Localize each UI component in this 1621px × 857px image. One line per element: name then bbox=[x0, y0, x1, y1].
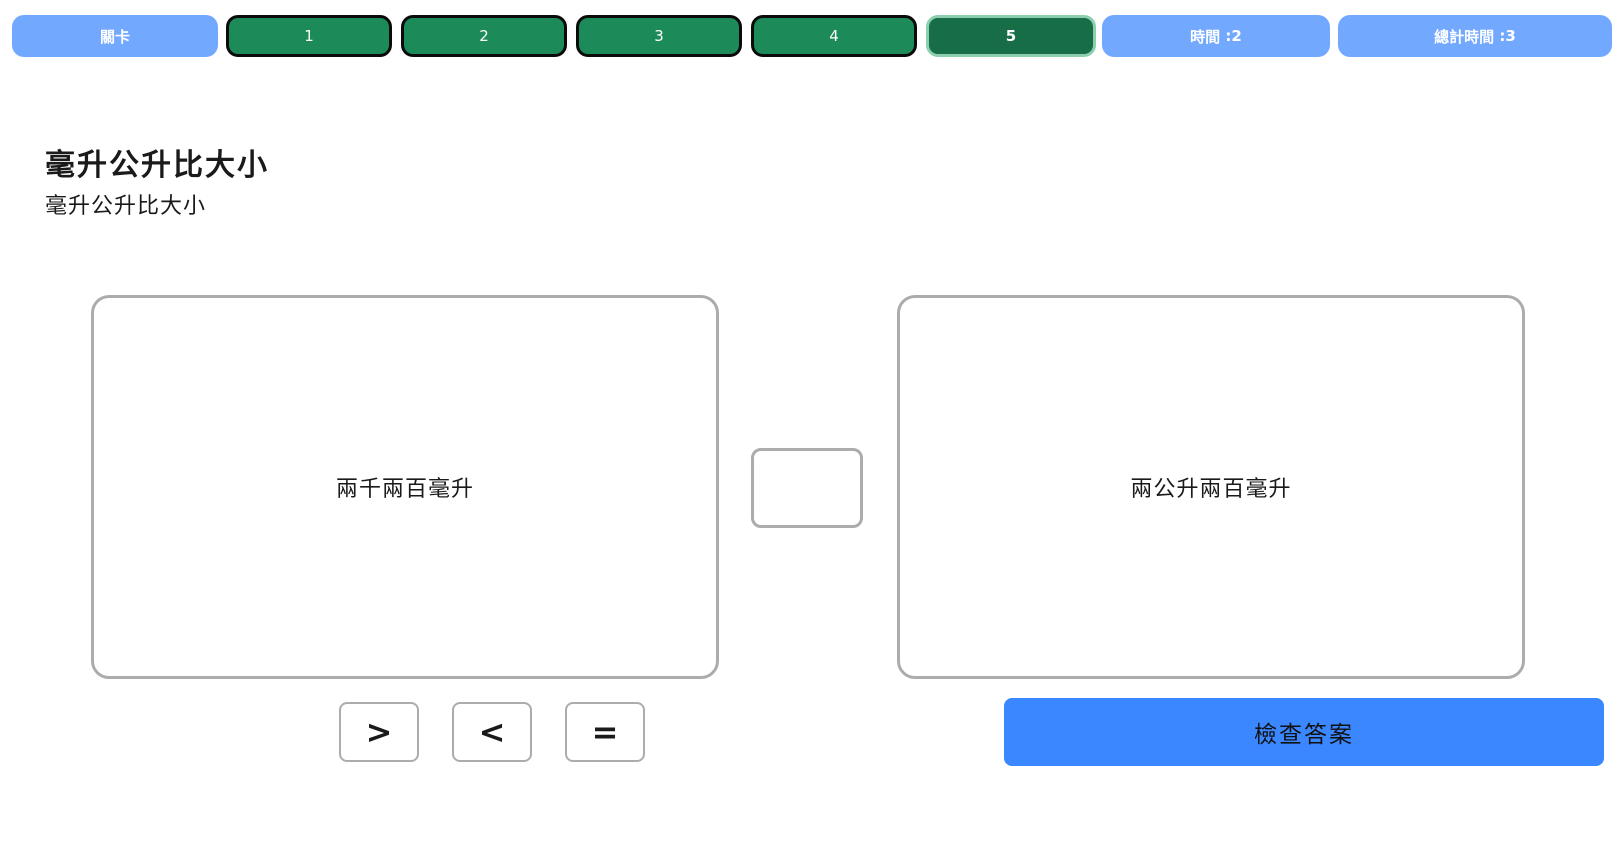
level-button-1[interactable]: 1 bbox=[226, 15, 392, 57]
level-button-5[interactable]: 5 bbox=[926, 15, 1096, 57]
level-button-4[interactable]: 4 bbox=[751, 15, 917, 57]
level-button-label: 3 bbox=[654, 27, 664, 45]
greater-than-symbol: > bbox=[365, 713, 393, 751]
level-button-3[interactable]: 3 bbox=[576, 15, 742, 57]
total-timer-badge: 總計時間 : 3 bbox=[1338, 15, 1612, 57]
total-timer-value: 3 bbox=[1505, 27, 1516, 45]
level-button-label: 4 bbox=[829, 27, 839, 45]
check-answer-button[interactable]: 檢查答案 bbox=[1004, 698, 1604, 766]
equal-button[interactable]: = bbox=[565, 702, 645, 762]
right-quantity-text: 兩公升兩百毫升 bbox=[1130, 477, 1292, 502]
answer-slot[interactable] bbox=[751, 448, 863, 528]
greater-than-button[interactable]: > bbox=[339, 702, 419, 762]
timer-badge: 時間 : 2 bbox=[1102, 15, 1330, 57]
equal-symbol: = bbox=[591, 713, 619, 751]
less-than-symbol: < bbox=[478, 713, 506, 751]
left-quantity-card: 兩千兩百毫升 bbox=[91, 295, 719, 679]
timer-separator: : bbox=[1220, 27, 1232, 45]
level-button-label: 5 bbox=[1005, 27, 1017, 45]
level-button-label: 1 bbox=[304, 27, 314, 45]
level-button-2[interactable]: 2 bbox=[401, 15, 567, 57]
timer-label: 時間 bbox=[1190, 27, 1221, 46]
level-label-badge: 關卡 bbox=[12, 15, 218, 57]
total-timer-separator: : bbox=[1494, 27, 1506, 45]
page-title: 毫升公升比大小 bbox=[45, 148, 269, 183]
level-button-label: 2 bbox=[479, 27, 489, 45]
total-timer-label: 總計時間 bbox=[1434, 27, 1495, 46]
level-label: 關卡 bbox=[99, 27, 130, 46]
timer-value: 2 bbox=[1231, 27, 1242, 45]
less-than-button[interactable]: < bbox=[452, 702, 532, 762]
right-quantity-card: 兩公升兩百毫升 bbox=[897, 295, 1525, 679]
left-quantity-text: 兩千兩百毫升 bbox=[335, 477, 474, 502]
check-answer-label: 檢查答案 bbox=[1254, 722, 1354, 748]
page-subtitle: 毫升公升比大小 bbox=[45, 194, 207, 219]
